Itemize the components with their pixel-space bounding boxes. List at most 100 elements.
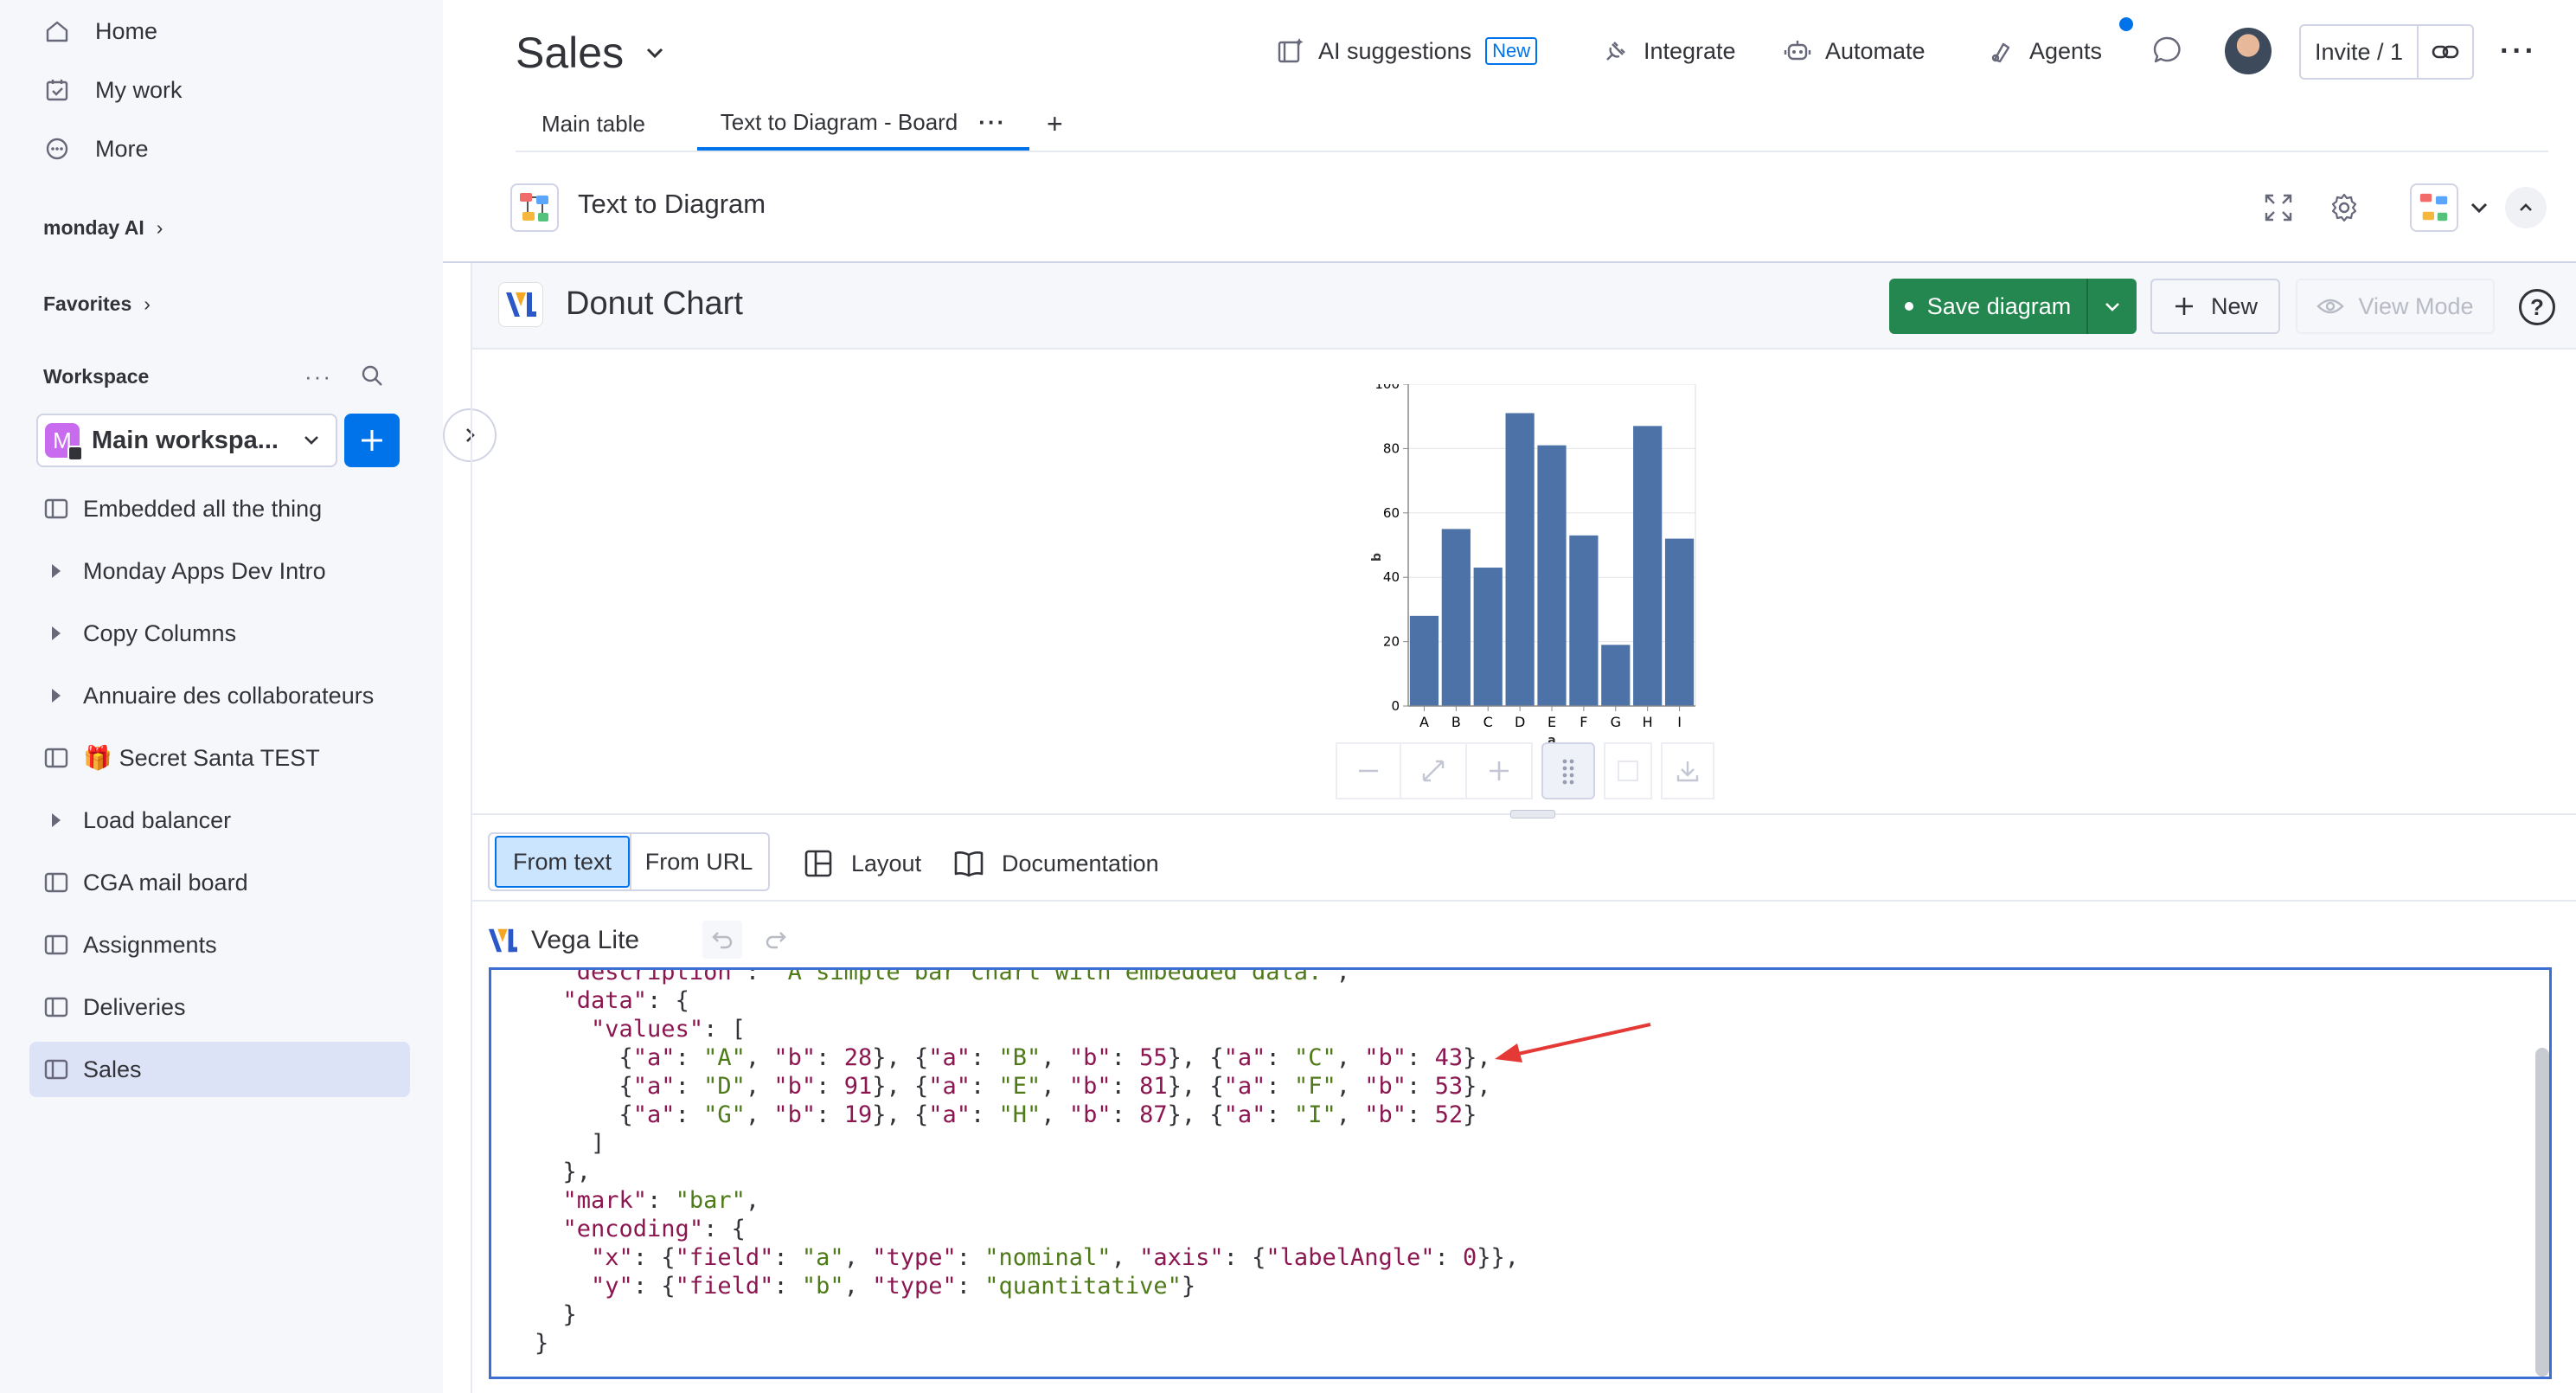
tab-main-table-label: Main table: [541, 110, 645, 137]
sidebar-item-load-balancer[interactable]: Load balancer: [29, 793, 410, 848]
invite-button[interactable]: Invite / 1: [2301, 26, 2419, 78]
redo-button[interactable]: [756, 921, 796, 959]
nav-more[interactable]: More: [42, 123, 149, 175]
sidebar-item-label: Load balancer: [83, 806, 232, 833]
layout-button[interactable]: Layout: [803, 846, 921, 881]
zoom-out-button[interactable]: [1336, 742, 1401, 799]
search-icon[interactable]: [360, 363, 384, 388]
sidebar-item-monday-apps-dev-intro[interactable]: Monday Apps Dev Intro: [29, 543, 410, 599]
updates-chat-icon[interactable]: [2152, 35, 2183, 66]
x-tick-label: G: [1611, 714, 1621, 730]
bar-A[interactable]: [1409, 615, 1439, 706]
integrate-button[interactable]: Integrate: [1600, 29, 1736, 73]
board-icon: [42, 1055, 71, 1084]
calendar-check-icon: [42, 74, 73, 106]
splitter-handle[interactable]: [1510, 810, 1555, 818]
bar-D[interactable]: [1505, 413, 1535, 706]
fullscreen-icon[interactable]: [2263, 192, 2294, 223]
favorites-section[interactable]: Favorites ›: [43, 292, 151, 316]
monday-ai-section[interactable]: monday AI ›: [43, 216, 163, 240]
layout-icon: [804, 850, 832, 877]
workspace-label: Workspace: [43, 365, 150, 388]
x-tick-label: C: [1483, 714, 1493, 730]
automate-button[interactable]: Automate: [1782, 29, 1926, 73]
sidebar: Home My work More monday AI › Favorites …: [0, 0, 443, 1393]
more-options-icon[interactable]: ···: [2500, 35, 2537, 68]
sidebar-item-copy-columns[interactable]: Copy Columns: [29, 606, 410, 661]
x-tick-label: D: [1515, 714, 1525, 730]
annotation-arrow: [1495, 1023, 1651, 1062]
layout-label: Layout: [851, 850, 922, 876]
diagram-title[interactable]: Donut Chart: [566, 286, 743, 323]
save-options-dropdown[interactable]: [2088, 279, 2137, 334]
bar-B[interactable]: [1441, 529, 1471, 706]
expand-triangle-icon: [42, 556, 71, 586]
expand-triangle-icon: [42, 681, 71, 710]
tab-options-icon[interactable]: ···: [978, 109, 1006, 136]
app-switcher-button[interactable]: [2410, 183, 2458, 232]
download-button[interactable]: [1661, 742, 1714, 799]
expand-sidebar-button[interactable]: [443, 408, 497, 462]
drag-handle[interactable]: [1541, 742, 1595, 799]
sidebar-item-label: Monday Apps Dev Intro: [83, 557, 326, 584]
bar-C[interactable]: [1473, 568, 1503, 706]
save-diagram-label: Save diagram: [1926, 292, 2072, 319]
settings-gear-icon[interactable]: [2329, 192, 2360, 223]
sidebar-item-cga-mail-board[interactable]: CGA mail board: [29, 855, 410, 910]
x-tick-label: B: [1451, 714, 1461, 730]
ai-board-icon: [1275, 35, 1306, 67]
home-badge-icon: [67, 446, 83, 461]
sidebar-item-secret-santa-test[interactable]: 🎁 Secret Santa TEST: [29, 730, 410, 786]
agents-button[interactable]: Agents: [1986, 29, 2102, 73]
language-label: Vega Lite: [531, 926, 640, 954]
integrate-plug-icon: [1600, 35, 1631, 67]
chevron-down-icon[interactable]: [2467, 196, 2491, 220]
view-mode-button[interactable]: View Mode: [2296, 279, 2495, 334]
bar-E[interactable]: [1537, 445, 1567, 706]
help-icon[interactable]: ?: [2519, 289, 2555, 325]
sidebar-item-sales[interactable]: Sales: [29, 1042, 410, 1097]
user-avatar[interactable]: [2225, 28, 2272, 74]
editor-scrollbar[interactable]: [2535, 1048, 2549, 1377]
board-icon: [42, 868, 71, 897]
monday-ai-label: monday AI: [43, 216, 144, 239]
copy-link-button[interactable]: [2419, 26, 2472, 78]
text-to-diagram-app-icon: [510, 183, 559, 232]
plus-icon: [362, 430, 382, 451]
board-title[interactable]: Sales: [516, 22, 667, 83]
sidebar-item-deliveries[interactable]: Deliveries: [29, 979, 410, 1035]
new-diagram-button[interactable]: New: [2150, 279, 2280, 334]
frame-toggle-button[interactable]: [1604, 742, 1652, 799]
bar-G[interactable]: [1601, 645, 1631, 706]
zoom-in-button[interactable]: [1467, 742, 1533, 799]
more-circle-icon: [42, 133, 73, 164]
nav-my-work-label: My work: [95, 76, 183, 103]
y-tick-label: 40: [1383, 569, 1400, 585]
undo-button[interactable]: [702, 921, 742, 959]
sidebar-item-annuaire-des-collaborateurs[interactable]: Annuaire des collaborateurs: [29, 668, 410, 723]
from-url-tab[interactable]: From URL: [630, 832, 770, 891]
bar-I[interactable]: [1664, 538, 1695, 706]
ai-suggestions-button[interactable]: AI suggestions New: [1275, 29, 1538, 73]
tab-text-to-diagram[interactable]: Text to Diagram - Board ···: [697, 97, 1029, 151]
nav-my-work[interactable]: My work: [42, 64, 183, 116]
tab-main-table[interactable]: Main table: [541, 97, 645, 151]
plus-icon: [1490, 761, 1509, 780]
from-text-tab[interactable]: From text: [495, 836, 630, 888]
documentation-button[interactable]: Documentation: [953, 846, 1159, 881]
collapse-widget-button[interactable]: [2505, 187, 2547, 228]
chevron-down-icon: [643, 41, 667, 65]
fit-button[interactable]: [1401, 742, 1467, 799]
code-content[interactable]: "description": "A simple bar chart with …: [535, 970, 1519, 1358]
bar-chart: 020406080100A B C D E F G H Ia b: [1370, 384, 1696, 748]
add-item-button[interactable]: [344, 414, 400, 467]
sidebar-item-embedded-all-the-thing[interactable]: Embedded all the thing: [29, 481, 410, 536]
sidebar-item-assignments[interactable]: Assignments: [29, 917, 410, 973]
add-view-button[interactable]: +: [1047, 97, 1063, 151]
nav-home[interactable]: Home: [42, 5, 157, 57]
bar-F[interactable]: [1569, 535, 1599, 706]
workspace-options-icon[interactable]: ···: [304, 363, 332, 390]
save-diagram-button[interactable]: Save diagram: [1889, 279, 2088, 334]
workspace-selector[interactable]: M Main workspa...: [36, 414, 337, 467]
bar-H[interactable]: [1633, 426, 1663, 706]
